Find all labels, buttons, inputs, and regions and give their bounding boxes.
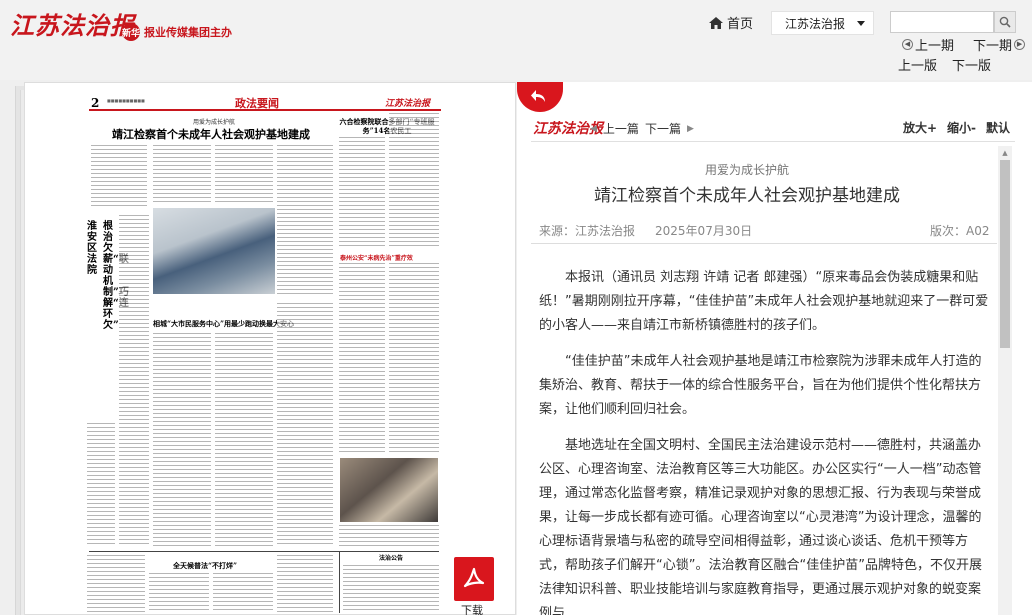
home-link[interactable]: 首页: [709, 13, 753, 32]
newspaper-sheet: 2 ■■■■■■■■■■ 政法要闻 江苏法治报 用爱为成长护航 靖江检察首个未成…: [85, 93, 445, 613]
download-label[interactable]: 下载: [461, 602, 483, 615]
article-headline[interactable]: 泰州公安“未病先治”重疗效: [340, 253, 440, 262]
chevron-left-icon: ◀: [590, 123, 597, 134]
page-masthead: 江苏法治报: [385, 99, 431, 109]
prev-issue-link[interactable]: ◀ 上一期: [902, 35, 954, 54]
chevron-right-icon: ▶: [1014, 39, 1026, 50]
pdf-icon: [463, 567, 485, 588]
zoom-controls: 放大+ 缩小- 默认: [903, 119, 1010, 136]
next-page-link[interactable]: 下一版: [952, 55, 991, 74]
publisher-banner: 新华 报业传媒集团主办: [122, 22, 232, 42]
text-column[interactable]: [153, 333, 211, 547]
text-column[interactable]: [149, 573, 209, 613]
publisher-text: 报业传媒集团主办: [144, 26, 232, 39]
home-label: 首页: [727, 17, 754, 32]
vertical-headline[interactable]: 根治欠薪“联动机制”巧解“连环欠”: [103, 221, 129, 331]
text-column[interactable]: [389, 263, 439, 453]
vertical-headline[interactable]: 淮安区法院: [87, 221, 98, 276]
header-rule: [89, 109, 441, 111]
prev-page-link[interactable]: 上一版: [898, 55, 937, 74]
text-column[interactable]: [389, 113, 439, 247]
prev-issue-label: 上一期: [915, 39, 955, 54]
article-title: 靖江检察首个未成年人社会观护基地建成: [594, 186, 900, 206]
next-issue-link[interactable]: 下一期 ▶: [973, 35, 1026, 54]
news-photo[interactable]: [153, 208, 275, 294]
next-article-link[interactable]: 下一篇: [645, 120, 681, 137]
search-button[interactable]: [994, 11, 1016, 33]
scrollbar-thumb[interactable]: [1000, 160, 1010, 348]
article-headline[interactable]: 全天候普法“不打烊”: [145, 561, 265, 571]
download-pdf-button[interactable]: [454, 557, 494, 601]
text-column[interactable]: [343, 565, 439, 613]
paper-select-value: 江苏法治报: [785, 16, 846, 31]
prev-article-link[interactable]: 上一篇: [603, 120, 639, 137]
zoom-out-button[interactable]: 缩小-: [947, 119, 976, 136]
text-column[interactable]: [215, 145, 273, 205]
text-column[interactable]: [213, 573, 273, 613]
article-paragraph: “佳佳护苗”未成年人社会观护基地是靖江市检察院为涉罪未成年人打造的集矫治、教育、…: [539, 354, 982, 417]
text-column[interactable]: [277, 303, 333, 547]
chevron-down-icon: [857, 20, 866, 26]
text-column[interactable]: [87, 555, 145, 613]
article-headline[interactable]: 靖江检察首个未成年人社会观护基地建成: [91, 126, 331, 142]
article-body: 本报讯（通讯员 刘志翔 许靖 记者 郎建强）“原来毒品会伪装成糖果和贴纸！”暑期…: [539, 266, 991, 615]
paper-select[interactable]: 江苏法治报: [771, 11, 874, 35]
text-column[interactable]: [91, 145, 147, 209]
article-reader: 江苏法治报 ◀ 上一篇 下一篇 ▶ 放大+ 缩小- 默认 用爱为成长护航 靖江检…: [517, 82, 1032, 615]
zoom-in-button[interactable]: 放大+: [903, 119, 937, 136]
article-meta: 来源：江苏法治报 2025年07月30日: [539, 222, 752, 239]
divider: [339, 551, 340, 613]
text-column[interactable]: [339, 263, 385, 453]
search-input[interactable]: [890, 11, 994, 33]
notice-headline[interactable]: 法治公告: [343, 553, 439, 562]
top-bar: 江苏法治报 新华 报业传媒集团主办 首页 江苏法治报 ◀ 上一期 下一期 ▶ 上…: [0, 0, 1032, 80]
article-nav: ◀ 上一篇 下一篇 ▶: [590, 120, 694, 137]
page-number: 2: [91, 96, 100, 110]
next-issue-label: 下一期: [973, 39, 1013, 54]
divider: [531, 243, 997, 244]
text-column[interactable]: [277, 555, 333, 613]
article-kicker: 用爱为成长护航: [704, 163, 789, 177]
divider: [531, 141, 1015, 142]
text-column[interactable]: [339, 525, 439, 547]
text-column[interactable]: [119, 215, 149, 545]
home-icon: [709, 16, 723, 29]
divider: [89, 551, 439, 552]
article-edition: 版次：A02: [930, 224, 990, 238]
zoom-default-button[interactable]: 默认: [986, 119, 1010, 136]
site-logo[interactable]: 江苏法治报: [10, 6, 135, 41]
text-column[interactable]: [87, 423, 115, 545]
publisher-badge: 新华: [122, 23, 140, 41]
text-column[interactable]: [215, 333, 273, 547]
back-arrow-icon: [531, 90, 545, 102]
text-column[interactable]: [277, 145, 333, 295]
news-photo[interactable]: [340, 458, 438, 522]
scroll-up-arrow-icon[interactable]: ▲: [1000, 148, 1010, 158]
article-paragraph: 本报讯（通讯员 刘志翔 许靖 记者 郎建强）“原来毒品会伪装成糖果和贴纸！”暑期…: [539, 270, 989, 333]
newspaper-page[interactable]: 2 ■■■■■■■■■■ 政法要闻 江苏法治报 用爱为成长护航 靖江检察首个未成…: [24, 82, 516, 615]
chevron-left-icon: ◀: [902, 39, 913, 50]
search-icon: [999, 16, 1011, 28]
text-column[interactable]: [153, 145, 211, 205]
text-column[interactable]: [339, 137, 385, 247]
chevron-right-icon: ▶: [686, 123, 694, 134]
article-paragraph: 基地选址在全国文明村、全国民主法治建设示范村——德胜村，共涵盖办公区、心理咨询室…: [539, 438, 982, 615]
article-date: 2025年07月30日: [655, 224, 753, 238]
article-kicker[interactable]: 用爱为成长护航: [193, 117, 235, 126]
article-source: 来源：江苏法治报: [539, 224, 636, 238]
page-meta: ■■■■■■■■■■: [107, 98, 145, 103]
